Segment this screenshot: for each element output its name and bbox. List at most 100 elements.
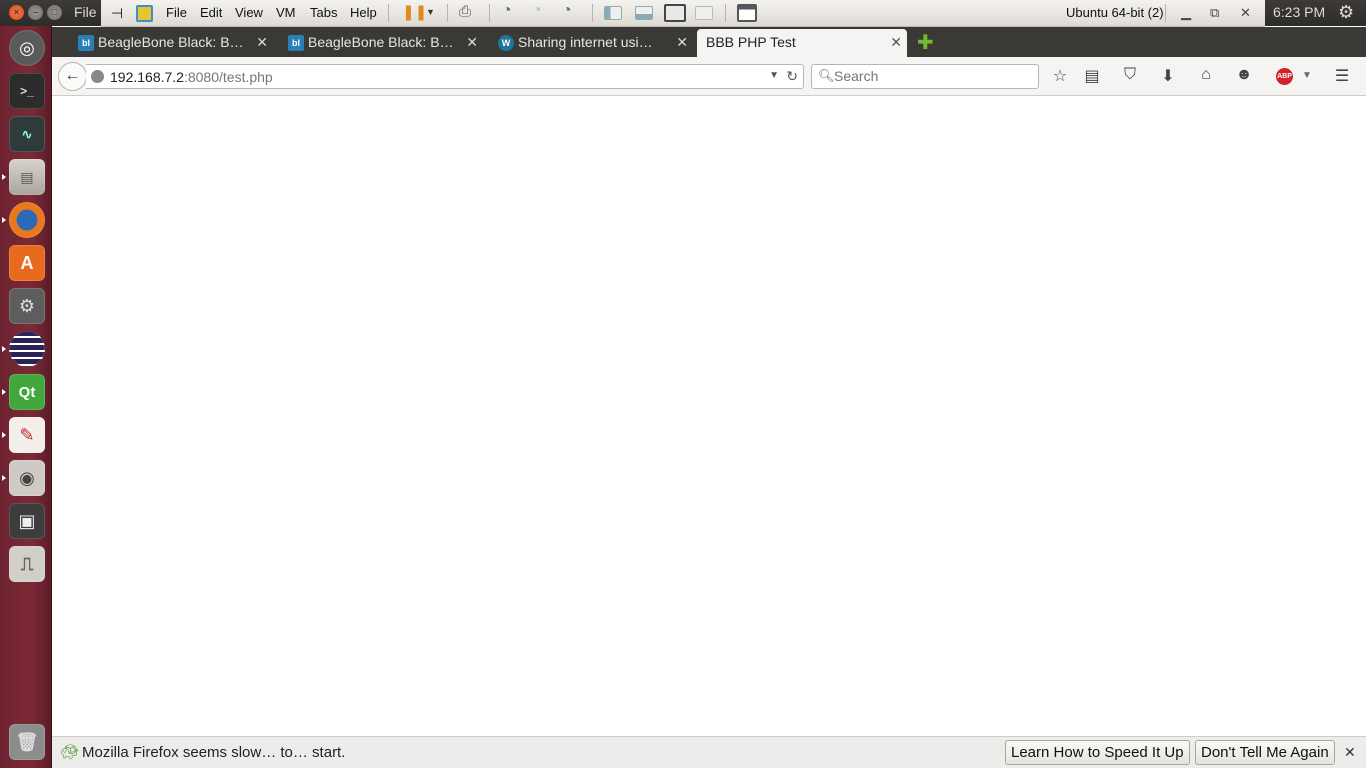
files-icon[interactable]: ▤ [9,159,45,195]
vm-title: Ubuntu 64-bit (2) [1066,5,1164,20]
minimize-icon[interactable]: ▁ [1181,5,1191,21]
browser-tab-strip: bl BeagleBone Black: B… ✕ bl BeagleBone … [52,27,1366,57]
vm-menu-edit[interactable]: Edit [200,5,222,20]
close-icon[interactable]: ✕ [256,34,268,51]
running-indicator [2,174,6,180]
fullscreen-icon[interactable] [664,4,686,22]
network-icon[interactable]: ⎙ [459,3,471,20]
beagleboard-icon: bl [288,35,304,51]
wordpress-icon: W [498,35,514,51]
tab-sharing-internet[interactable]: W Sharing internet usi… ✕ [496,29,688,57]
url-host: 192.168.7.2 [110,69,184,85]
close-icon[interactable]: ✕ [676,34,688,51]
top-panel: × – □ File ⊣ File Edit View VM Tabs Help… [0,0,1366,27]
back-button[interactable]: ← [58,62,87,91]
app-menu-file[interactable]: File [74,4,97,20]
window-minimize-button[interactable]: – [28,5,43,20]
text-editor-icon[interactable]: ✎ [9,417,45,453]
search-input[interactable] [834,68,1034,84]
pause-icon[interactable]: ❚❚ [402,3,427,21]
notification-message: Mozilla Firefox seems slow… to… start. [82,744,346,761]
vm-menu-help[interactable]: Help [350,5,377,20]
sidebar-toggle-icon[interactable] [604,6,622,20]
separator [388,4,389,22]
screenshot-icon[interactable]: ◉ [9,460,45,496]
learn-speed-up-button[interactable]: Learn How to Speed It Up [1005,740,1190,765]
unity-mode-icon[interactable] [695,6,713,20]
window-maximize-button[interactable]: □ [47,5,62,20]
running-indicator [2,389,6,395]
vm-menu-view[interactable]: View [235,5,263,20]
running-indicator [2,346,6,352]
thumbnail-bar-icon[interactable] [635,6,653,20]
close-icon[interactable]: ✕ [466,34,478,51]
bookmarks-menu-icon[interactable]: ▤ [1081,66,1103,86]
separator [447,4,448,22]
vmware-logo-icon [136,5,153,22]
eclipse-icon[interactable] [9,331,45,367]
tab-beaglebone-2[interactable]: bl BeagleBone Black: B… ✕ [286,29,478,57]
pocket-icon[interactable]: ⛉ [1119,66,1141,84]
home-icon[interactable]: ⌂ [1195,66,1217,84]
navigation-toolbar: ← 192.168.7.2:8080/test.php ▼ ↻ 🔍︎ ☆ ▤ ⛉… [52,57,1366,96]
firefox-icon[interactable] [9,202,45,238]
window-close-button[interactable]: × [9,5,24,20]
save-icon[interactable]: ▣ [9,503,45,539]
search-icon: 🔍︎ [818,68,835,83]
vmware-toolbar: ⊣ File Edit View VM Tabs Help ❚❚ ▼ ⎙ ◔ ◔… [101,0,1265,27]
hamburger-menu-icon[interactable]: ☰ [1331,66,1353,86]
tab-title: BBB PHP Test [706,34,796,50]
clock[interactable]: 6:23 PM [1273,4,1325,20]
vm-menu-file[interactable]: File [166,5,187,20]
turtle-icon: 🐢︎ [60,744,80,761]
close-icon[interactable]: ✕ [890,34,902,51]
tab-beaglebone-1[interactable]: bl BeagleBone Black: B… ✕ [76,29,268,57]
dont-tell-again-button[interactable]: Don't Tell Me Again [1195,740,1335,765]
notification-bar: 🐢︎ Mozilla Firefox seems slow… to… start… [52,736,1366,768]
separator [592,4,593,22]
url-bar[interactable]: 192.168.7.2:8080/test.php ▼ ↻ [86,64,804,89]
gear-icon[interactable]: ⚙ [1338,2,1354,23]
tab-title: BeagleBone Black: B… [308,34,454,50]
search-box[interactable]: 🔍︎ [811,64,1039,89]
close-icon[interactable]: ✕ [1240,5,1251,21]
new-tab-icon[interactable]: ✚ [917,30,934,55]
reload-icon[interactable]: ↻ [786,68,798,85]
page-content[interactable] [52,97,1366,736]
system-settings-icon[interactable]: ⚙ [9,288,45,324]
snapshot-revert-icon[interactable]: ◔ [532,2,542,20]
adblock-plus-icon[interactable]: ABP [1276,68,1293,85]
restore-icon[interactable]: ⧉ [1210,5,1219,21]
console-view-icon[interactable] [737,4,757,22]
history-dropdown-icon[interactable]: ▼ [769,70,779,81]
software-center-icon[interactable]: A [9,245,45,281]
globe-icon [91,70,104,83]
running-indicator [2,475,6,481]
ubuntu-dash-icon[interactable]: ◎ [9,30,45,66]
bookmark-star-icon[interactable]: ☆ [1049,66,1071,86]
trash-icon[interactable]: 🗑 [9,724,45,760]
separator [725,4,726,22]
tab-title: BeagleBone Black: B… [98,34,244,50]
url-text[interactable]: 192.168.7.2:8080/test.php [110,69,273,85]
tab-title: Sharing internet usi… [518,34,653,50]
snapshot-manager-icon[interactable]: ◔ [562,2,572,20]
terminal-icon[interactable]: >_ [9,73,45,109]
usb-drive-icon[interactable]: ⎍ [9,546,45,582]
chevron-down-icon[interactable]: ▼ [426,7,435,17]
beagleboard-icon: bl [78,35,94,51]
running-indicator [2,432,6,438]
chevron-down-icon[interactable]: ▼ [1302,70,1312,81]
pin-icon[interactable]: ⊣ [111,5,123,22]
snapshot-take-icon[interactable]: ◔ [502,2,512,20]
unity-launcher: ◎ >_ ∿ ▤ A ⚙ Qt ✎ ◉ ▣ ⎍ 🗑 [0,26,52,768]
qt-creator-icon[interactable]: Qt [9,374,45,410]
downloads-icon[interactable]: ⬇ [1157,66,1179,86]
vm-menu-tabs[interactable]: Tabs [310,5,337,20]
separator [489,4,490,22]
vm-menu-vm[interactable]: VM [276,5,296,20]
system-monitor-icon[interactable]: ∿ [9,116,45,152]
hello-chat-icon[interactable]: ☻ [1233,66,1255,84]
close-icon[interactable]: ✕ [1344,744,1356,761]
tab-bbb-php-test[interactable]: BBB PHP Test ✕ [697,29,907,57]
